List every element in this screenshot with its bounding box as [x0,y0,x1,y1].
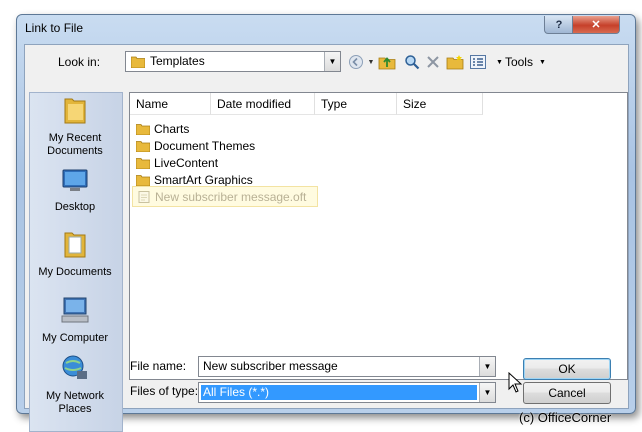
my-documents-icon [64,232,86,258]
views-icon[interactable] [470,55,486,69]
look-in-value: Templates [150,54,205,68]
place-my-computer[interactable]: My Computer [29,295,121,345]
place-label: My Recent Documents [47,132,103,157]
file-name-input[interactable]: New subscriber message ▼ [198,356,496,377]
file-type-value: All Files (*.*) [201,385,477,400]
item-name: Document Themes [154,138,256,153]
new-folder-icon[interactable] [446,54,464,70]
watermark: (c) OfficeCorner [519,410,612,425]
place-my-network-places[interactable]: My Network Places [29,353,121,416]
my-computer-icon [61,297,89,323]
close-button[interactable]: ✕ [572,16,620,34]
item-name: LiveContent [154,155,219,170]
chevron-down-icon[interactable]: ▼ [539,59,546,66]
list-item[interactable]: Charts [136,120,189,137]
back-icon[interactable] [348,54,364,70]
folder-icon [136,140,150,152]
place-my-recent-documents[interactable]: My Recent Documents [29,95,121,158]
help-button[interactable]: ? [544,16,574,34]
item-name: Charts [154,121,190,136]
file-name-label: File name: [130,359,187,373]
list-item-dragged[interactable]: New subscriber message.oft [132,186,318,207]
list-item[interactable]: LiveContent [136,154,218,171]
folder-icon [131,56,145,68]
cancel-button[interactable]: Cancel [523,382,611,404]
place-label: Desktop [54,201,96,213]
folder-icon [136,174,150,186]
look-in-label: Look in: [58,55,101,69]
recent-documents-icon [64,98,86,124]
up-folder-icon[interactable] [378,54,396,70]
place-label: My Network Places [45,390,105,415]
mouse-cursor-icon [508,372,523,393]
file-list[interactable]: Name Date modified Type Size Charts Docu… [129,92,628,380]
folder-icon [136,157,150,169]
ok-button[interactable]: OK [523,358,611,380]
place-my-documents[interactable]: My Documents [29,229,121,279]
place-label: My Computer [41,332,109,344]
chevron-down-icon[interactable]: ▼ [364,59,378,66]
file-icon [138,190,150,203]
list-item[interactable]: Document Themes [136,137,255,154]
column-type[interactable]: Type [315,93,397,115]
column-name[interactable]: Name [130,93,211,115]
delete-icon[interactable] [426,55,440,69]
look-in-combo[interactable]: Templates ▼ [125,51,341,72]
dialog-title: Link to File [25,21,84,35]
file-type-label: Files of type: [130,384,199,398]
folder-icon [136,123,150,135]
column-size[interactable]: Size [397,93,483,115]
file-name-value: New subscriber message [203,359,338,373]
chevron-down-icon[interactable]: ▼ [496,59,503,66]
file-type-select[interactable]: All Files (*.*) ▼ [198,382,496,403]
chevron-down-icon[interactable]: ▼ [479,357,495,376]
link-to-file-dialog: Link to File ? ✕ Look in: Templates ▼ ▼ … [16,14,636,432]
column-date-modified[interactable]: Date modified [211,93,315,115]
network-places-icon [62,355,87,379]
desktop-icon [62,169,88,191]
dialog-client: Look in: Templates ▼ ▼ ▼ Tools ▼ My Rece… [24,44,629,432]
item-name: New subscriber message.oft [155,189,307,204]
search-web-icon[interactable] [404,54,420,70]
item-name: SmartArt Graphics [154,172,253,187]
tools-menu[interactable]: Tools [505,55,533,69]
chevron-down-icon[interactable]: ▼ [324,52,340,71]
place-label: My Documents [38,266,112,278]
place-desktop[interactable]: Desktop [29,168,121,214]
chevron-down-icon[interactable]: ▼ [479,383,495,402]
